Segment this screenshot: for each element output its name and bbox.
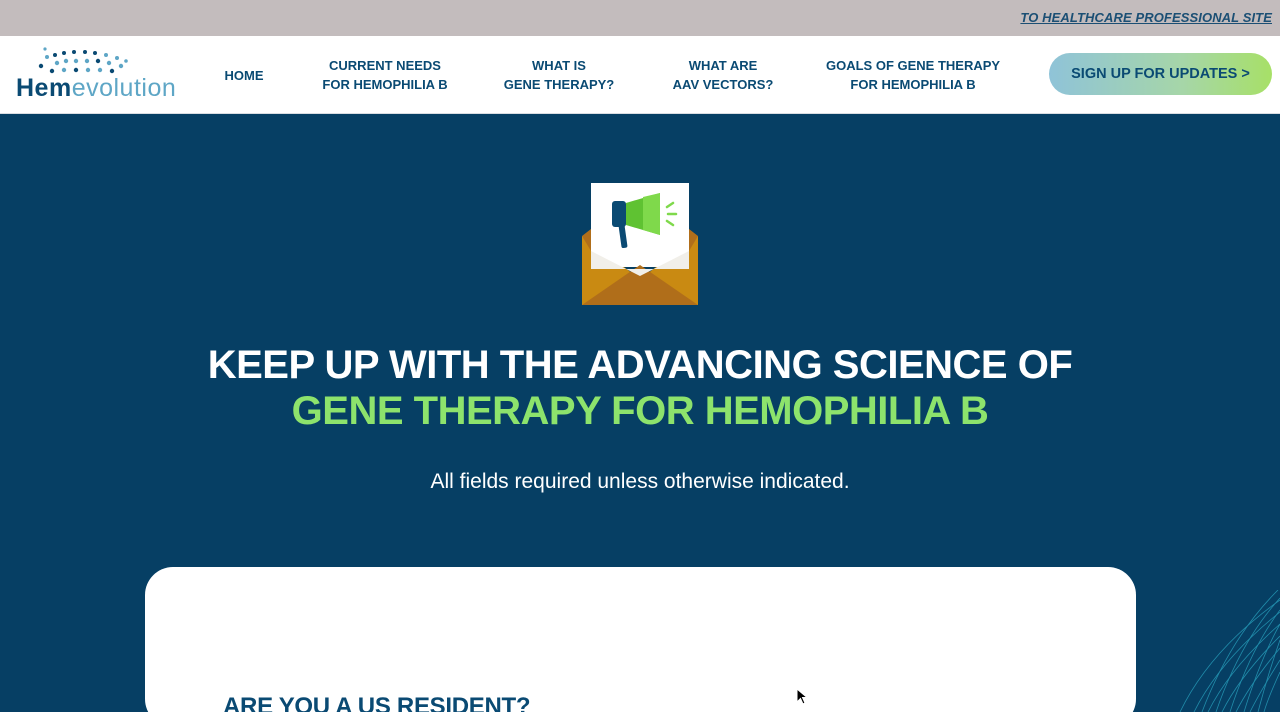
megaphone-envelope-icon (582, 183, 698, 305)
us-resident-question: ARE YOU A US RESIDENT? (223, 693, 531, 712)
hemevolution-logo[interactable]: Hemevolution (14, 46, 176, 104)
nav-current-needs[interactable]: CURRENT NEEDS FOR HEMOPHILIA B (320, 56, 450, 94)
logo-dots-icon (38, 47, 128, 74)
signup-form-card: ARE YOU A US RESIDENT? (145, 567, 1136, 712)
nav-what-is-gene-therapy[interactable]: WHAT IS GENE THERAPY? (499, 56, 619, 94)
sign-up-button[interactable]: SIGN UP FOR UPDATES > (1049, 53, 1272, 95)
mouse-cursor-icon (796, 688, 808, 705)
decorative-mesh-graphic (1179, 590, 1280, 712)
nav-goals-gene-therapy[interactable]: GOALS OF GENE THERAPY FOR HEMOPHILIA B (826, 56, 1000, 94)
nav-home[interactable]: HOME (224, 66, 264, 85)
hcp-site-link[interactable]: TO HEALTHCARE PROFESSIONAL SITE (1020, 10, 1272, 25)
hero-headline: KEEP UP WITH THE ADVANCING SCIENCE OF GE… (207, 343, 1073, 433)
required-fields-note: All fields required unless otherwise ind… (430, 470, 850, 493)
top-utility-bar: TO HEALTHCARE PROFESSIONAL SITE (0, 0, 1280, 36)
main-nav: Hemevolution HOME CURRENT NEEDS FOR HEMO… (0, 36, 1280, 114)
nav-aav-vectors[interactable]: WHAT ARE AAV VECTORS? (667, 56, 779, 94)
logo-wordmark: Hemevolution (16, 74, 177, 102)
